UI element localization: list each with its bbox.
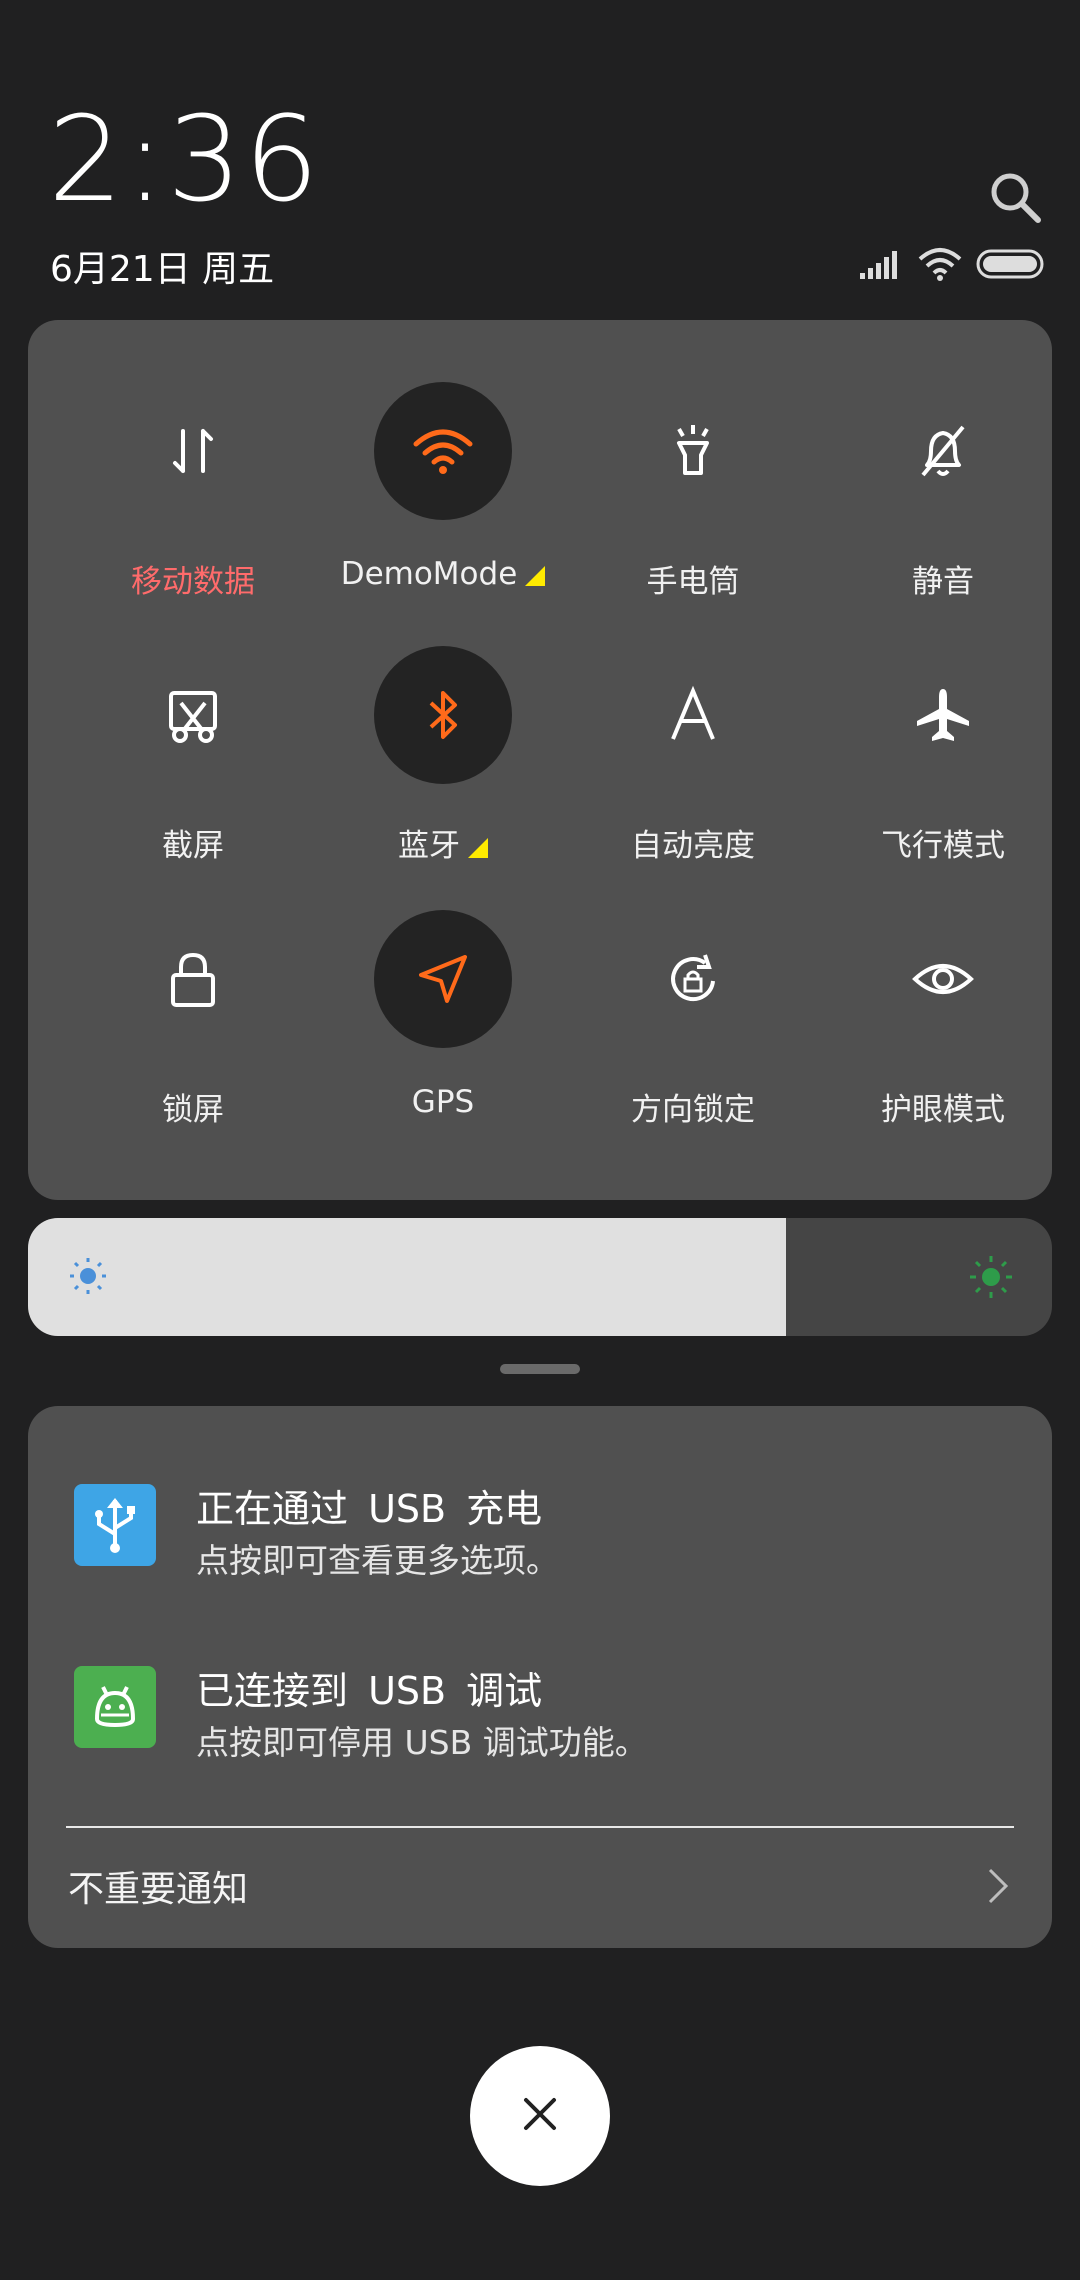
brightness-slider[interactable] [28, 1218, 1052, 1336]
wifi-icon [374, 382, 512, 520]
rotation-lock-icon [624, 910, 762, 1048]
tile-label: 锁屏 [162, 1092, 224, 1128]
bluetooth-icon [374, 646, 512, 784]
tile-mobile-data[interactable]: 移动数据 [68, 382, 318, 601]
quick-settings-panel: 移动数据 DemoMode 手电筒 静音 截屏 蓝牙 自动亮度 飞行模式 锁屏 … [28, 320, 1052, 1200]
divider [66, 1826, 1014, 1828]
tile-mute[interactable]: 静音 [818, 382, 1068, 601]
tile-airplane[interactable]: 飞行模式 [818, 646, 1068, 865]
brightness-level-fill [28, 1218, 786, 1336]
signal-icon [860, 249, 904, 283]
tile-label: 截屏 [162, 828, 224, 864]
drag-handle[interactable] [500, 1364, 580, 1374]
tile-auto-brightness[interactable]: 自动亮度 [568, 646, 818, 865]
android-icon [74, 1666, 156, 1748]
tile-demomode[interactable]: DemoMode [318, 382, 568, 592]
more-indicator-icon [525, 566, 546, 586]
clock-time: 2:36 [48, 90, 321, 228]
notification-text: 点按即可停用 USB 调试功能。 [196, 1723, 648, 1762]
notification-text: 点按即可查看更多选项。 [196, 1541, 559, 1580]
tile-lock-screen[interactable]: 锁屏 [68, 910, 318, 1129]
chevron-right-icon[interactable] [986, 1866, 1010, 1910]
notification-title: 已连接到 USB 调试 [196, 1669, 543, 1713]
location-arrow-icon [374, 910, 512, 1048]
tile-eye-care[interactable]: 护眼模式 [818, 910, 1068, 1129]
close-button[interactable] [470, 2046, 610, 2186]
tile-gps[interactable]: GPS [318, 910, 568, 1120]
mobile-data-icon [124, 382, 262, 520]
notification-title: 正在通过 USB 充电 [196, 1487, 543, 1531]
mute-bell-icon [874, 382, 1012, 520]
tile-label: DemoMode [318, 556, 568, 592]
tile-label: 手电筒 [646, 564, 740, 600]
unimportant-notifications-link[interactable]: 不重要通知 [68, 1860, 248, 1912]
tile-screenshot[interactable]: 截屏 [68, 646, 318, 865]
tile-label: 自动亮度 [631, 828, 755, 864]
tile-flashlight[interactable]: 手电筒 [568, 382, 818, 601]
tile-label: 蓝牙 [318, 820, 568, 865]
tile-label: 移动数据 [131, 564, 255, 600]
tile-rotation-lock[interactable]: 方向锁定 [568, 910, 818, 1129]
usb-icon [74, 1484, 156, 1566]
tile-label: 静音 [912, 564, 974, 600]
sun-low-icon [68, 1256, 108, 1300]
sun-high-icon [968, 1254, 1014, 1304]
eye-icon [874, 910, 1012, 1048]
tile-label: 飞行模式 [881, 828, 1005, 864]
tile-bluetooth[interactable]: 蓝牙 [318, 646, 568, 865]
lock-icon [124, 910, 262, 1048]
battery-icon [976, 247, 1044, 285]
tile-label: GPS [411, 1084, 475, 1120]
tile-label: 护眼模式 [881, 1092, 1005, 1128]
search-icon[interactable] [988, 170, 1044, 226]
flashlight-icon [624, 382, 762, 520]
notification-usb-charging[interactable]: 正在通过 USB 充电 点按即可查看更多选项。 [28, 1484, 1052, 1604]
airplane-icon [874, 646, 1012, 784]
auto-brightness-icon [624, 646, 762, 784]
more-indicator-icon [468, 838, 488, 858]
date-text: 6月21日 周五 [50, 249, 275, 290]
notification-panel: 正在通过 USB 充电 点按即可查看更多选项。 已连接到 USB 调试 点按即可… [28, 1406, 1052, 1948]
wifi-icon [918, 247, 962, 285]
notification-usb-debugging[interactable]: 已连接到 USB 调试 点按即可停用 USB 调试功能。 [28, 1666, 1052, 1786]
close-icon [520, 2094, 560, 2138]
screenshot-icon [124, 646, 262, 784]
status-bar [860, 244, 1044, 288]
tile-label: 方向锁定 [631, 1092, 755, 1128]
